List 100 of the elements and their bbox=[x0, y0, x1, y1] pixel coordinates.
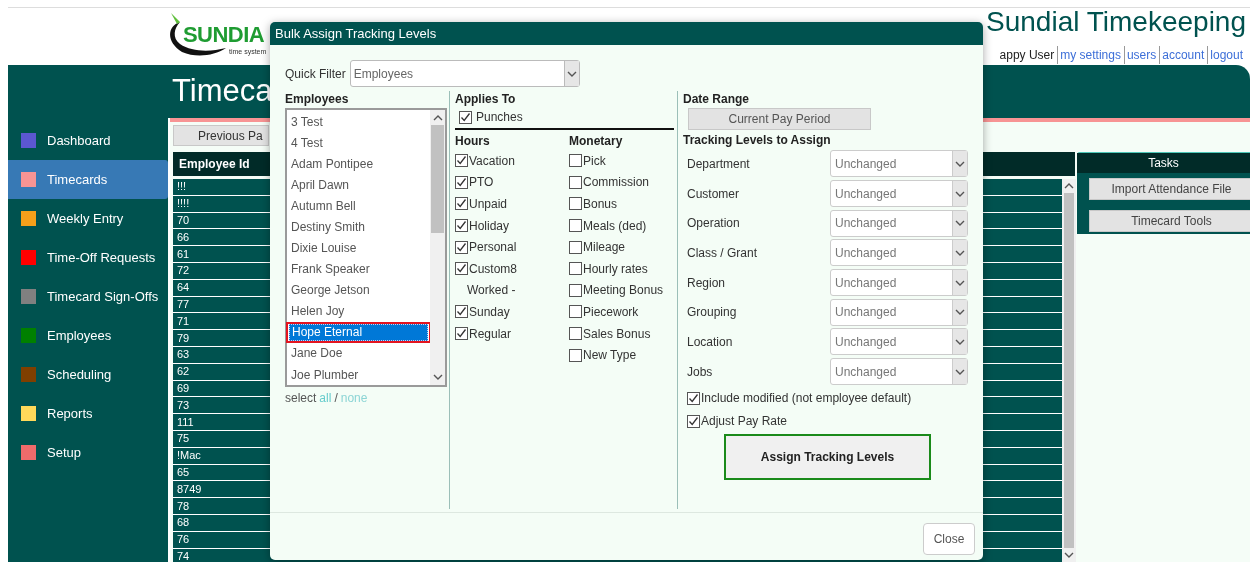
field-label: Region bbox=[687, 274, 727, 292]
list-item[interactable]: Helen Joy bbox=[287, 300, 430, 322]
sidebar-item[interactable]: Employees bbox=[8, 316, 168, 355]
caret-icon bbox=[955, 337, 965, 346]
header-link[interactable]: my settings bbox=[1057, 46, 1121, 64]
table-cell-text: 69 bbox=[176, 382, 190, 394]
page-title: Timeca bbox=[172, 75, 273, 106]
field-label: Operation bbox=[687, 215, 741, 233]
user-name: appy User bbox=[999, 47, 1055, 64]
sidebar-item[interactable]: Timecard Sign-Offs bbox=[8, 277, 168, 316]
quick-filter-select[interactable]: Employees bbox=[349, 60, 580, 87]
list-item[interactable]: 3 Test bbox=[287, 111, 430, 133]
caret-icon bbox=[955, 367, 965, 376]
select-field[interactable]: Unchanged bbox=[830, 180, 968, 208]
checkbox-label: Pick bbox=[583, 152, 606, 170]
scroll-up-icon bbox=[432, 114, 443, 122]
header-link[interactable]: account bbox=[1159, 46, 1205, 64]
list-item[interactable]: 4 Test bbox=[287, 132, 430, 154]
sidebar-item[interactable]: Time-Off Requests bbox=[8, 238, 168, 277]
previous-button[interactable]: Previous Pa bbox=[173, 125, 269, 146]
task-button[interactable]: Import Attendance File bbox=[1089, 178, 1250, 200]
select-field[interactable]: Unchanged bbox=[830, 269, 968, 297]
select-field[interactable]: Unchanged bbox=[830, 239, 968, 267]
date-range-button[interactable]: Current Pay Period bbox=[688, 108, 871, 130]
section-heading: Tracking Levels to Assign bbox=[683, 132, 832, 149]
scrollbar[interactable] bbox=[430, 110, 445, 385]
sidebar-item[interactable]: Scheduling bbox=[8, 355, 168, 394]
list-item[interactable]: Autumn Bell bbox=[287, 195, 430, 217]
section-heading: Employees bbox=[285, 91, 350, 108]
checkbox-label: Custom8 bbox=[469, 260, 518, 278]
checkbox-label: Hourly rates bbox=[583, 260, 648, 278]
checkbox-label: Holiday bbox=[469, 217, 510, 235]
select-label: select bbox=[285, 390, 317, 407]
checkbox[interactable] bbox=[569, 197, 582, 211]
list-item[interactable]: Jane Doe bbox=[287, 342, 430, 364]
checkbox[interactable] bbox=[455, 240, 468, 254]
field-label: Location bbox=[687, 333, 734, 351]
table-cell-text: 73 bbox=[176, 399, 190, 411]
checkbox[interactable] bbox=[455, 262, 468, 276]
checkbox[interactable] bbox=[455, 154, 468, 168]
sidebar-item[interactable]: Timecards bbox=[8, 160, 168, 199]
list-item[interactable]: Dixie Louise bbox=[287, 237, 430, 259]
checkbox[interactable] bbox=[455, 219, 468, 233]
list-item[interactable]: Joe Plumber bbox=[287, 363, 430, 386]
task-button[interactable]: Timecard Tools bbox=[1089, 210, 1250, 232]
checkbox-label: Bonus bbox=[583, 196, 618, 213]
scrollbar[interactable] bbox=[1062, 179, 1076, 562]
sidebar-item[interactable]: Reports bbox=[8, 394, 168, 433]
checkbox[interactable] bbox=[569, 175, 582, 189]
table-cell-text: 64 bbox=[176, 282, 190, 294]
checkbox[interactable] bbox=[455, 327, 468, 341]
sidebar-item[interactable]: Setup bbox=[8, 433, 168, 472]
table-cell-text: 75 bbox=[176, 433, 190, 445]
column-header: Employee Id bbox=[178, 156, 250, 173]
list-item[interactable]: George Jetson bbox=[287, 279, 430, 301]
list-item[interactable]: Frank Speaker bbox=[287, 258, 430, 280]
scroll-up-icon bbox=[1064, 182, 1074, 190]
close-button[interactable]: Close bbox=[923, 523, 975, 555]
select-field[interactable]: Unchanged bbox=[830, 209, 968, 237]
field-label: Grouping bbox=[687, 304, 738, 322]
list-item[interactable]: Destiny Smith bbox=[287, 216, 430, 238]
checkbox[interactable] bbox=[687, 414, 700, 428]
checkbox[interactable] bbox=[569, 154, 582, 168]
sidebar-item[interactable]: Weekly Entry bbox=[8, 199, 168, 238]
checkbox[interactable] bbox=[455, 197, 468, 211]
checkbox[interactable] bbox=[569, 327, 582, 341]
sidebar-item[interactable]: Dashboard bbox=[8, 121, 168, 160]
assign-button[interactable]: Assign Tracking Levels bbox=[724, 433, 931, 480]
select-field[interactable]: Unchanged bbox=[830, 328, 968, 356]
select-field[interactable]: Unchanged bbox=[830, 150, 968, 178]
checkbox[interactable] bbox=[569, 283, 582, 297]
table-cell-text: 78 bbox=[176, 500, 190, 512]
checkbox-label: Vacation bbox=[469, 152, 515, 170]
select-field[interactable]: Unchanged bbox=[830, 358, 968, 386]
list-item[interactable]: April Dawn bbox=[287, 174, 430, 196]
checkbox[interactable] bbox=[569, 348, 582, 362]
scrollbar-thumb[interactable] bbox=[431, 125, 444, 233]
checkbox[interactable] bbox=[687, 391, 700, 405]
checkbox[interactable] bbox=[569, 262, 582, 276]
select-field[interactable]: Unchanged bbox=[830, 298, 968, 326]
checkbox[interactable] bbox=[569, 305, 582, 319]
checkbox[interactable] bbox=[455, 305, 468, 319]
caret-icon bbox=[955, 308, 965, 317]
checkbox[interactable] bbox=[459, 110, 472, 124]
checkbox[interactable] bbox=[569, 219, 582, 233]
table-cell-text: 70 bbox=[176, 215, 190, 226]
checkbox-label: Regular bbox=[469, 325, 512, 343]
table-cell-text: 66 bbox=[176, 231, 190, 243]
header-link[interactable]: logout bbox=[1207, 46, 1243, 64]
checkbox-label: Adjust Pay Rate bbox=[701, 413, 788, 430]
checkbox[interactable] bbox=[569, 240, 582, 254]
checkbox-label: Meeting Bonus bbox=[583, 282, 664, 300]
checkbox-label: Punches bbox=[476, 109, 523, 126]
checkbox-label: PTO bbox=[469, 174, 494, 192]
header-link[interactable]: users bbox=[1123, 46, 1157, 64]
list-item[interactable]: Hope Eternal bbox=[289, 323, 428, 341]
checkbox[interactable] bbox=[455, 175, 468, 189]
list-item[interactable]: Adam Pontipee bbox=[287, 153, 430, 175]
scrollbar-thumb[interactable] bbox=[1064, 193, 1074, 548]
checkbox-label: Piecework bbox=[583, 303, 639, 321]
